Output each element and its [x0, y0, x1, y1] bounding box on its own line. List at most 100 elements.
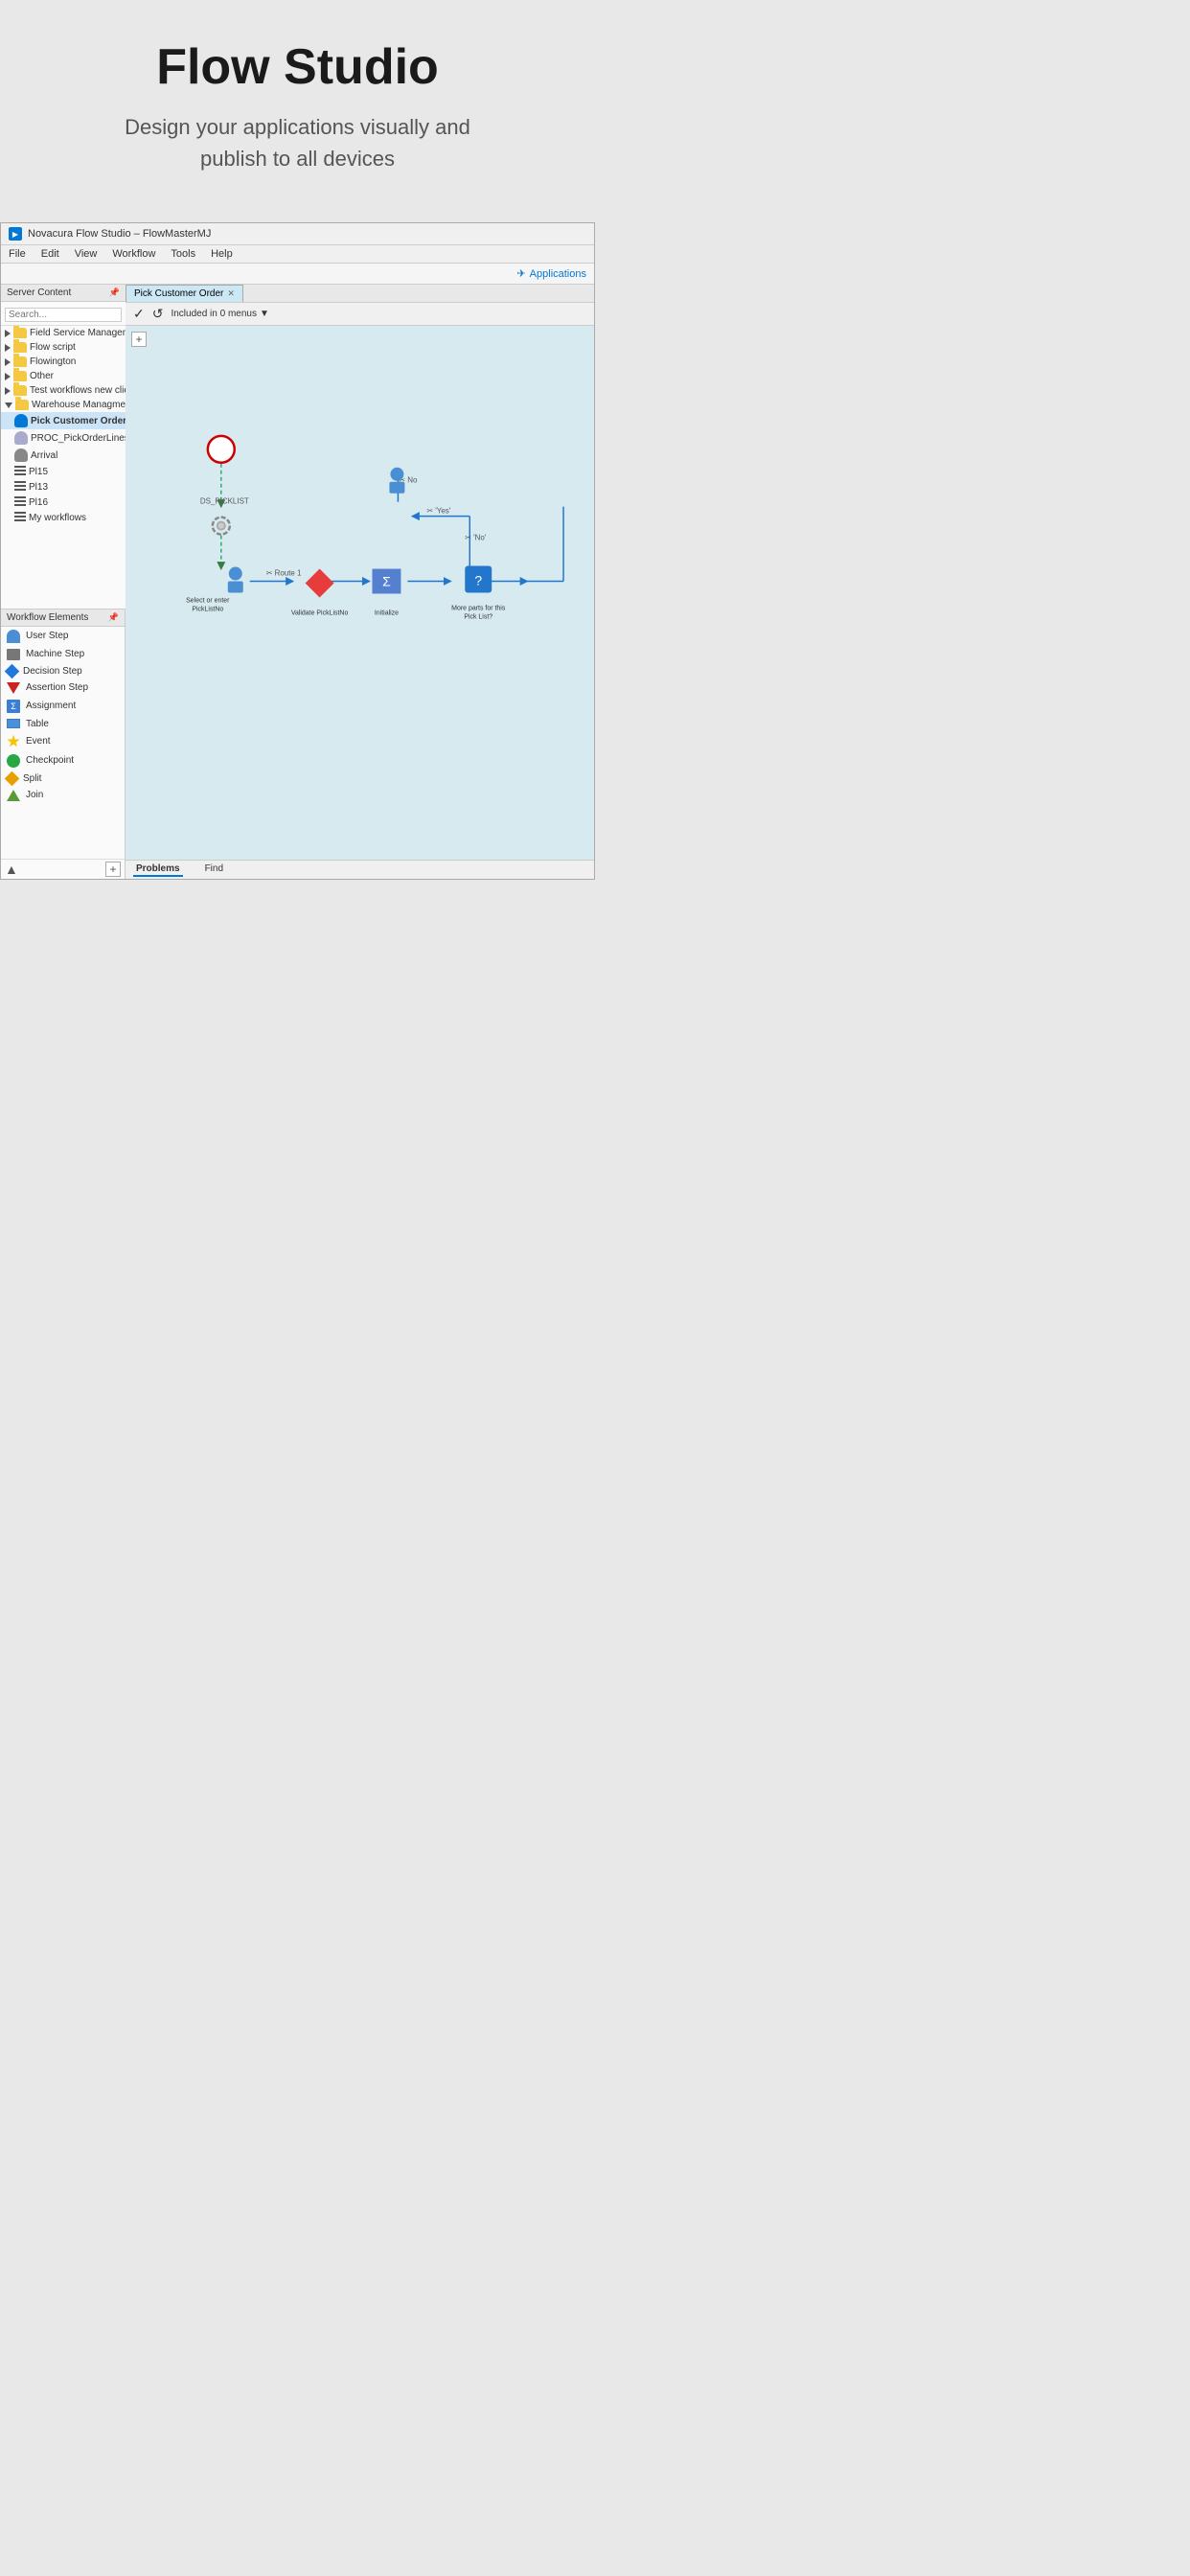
svg-text:✂ 'Yes': ✂ 'Yes' [426, 507, 450, 516]
element-checkpoint[interactable]: Checkpoint [1, 751, 125, 770]
workflow-canvas: + [126, 326, 594, 860]
element-assertion-step[interactable]: Assertion Step [1, 679, 125, 697]
tree-item-pl13[interactable]: Pl13 [1, 479, 126, 494]
svg-text:Initialize: Initialize [375, 610, 399, 616]
svg-text:Pick List?: Pick List? [464, 613, 492, 620]
title-bar-text: Novacura Flow Studio – FlowMasterMJ [28, 228, 211, 240]
element-event[interactable]: Event [1, 732, 125, 751]
lines-file-icon [14, 466, 26, 477]
add-element-button[interactable]: + [105, 862, 121, 877]
expand-icon [5, 330, 11, 337]
tree-item-pl15[interactable]: Pl15 [1, 464, 126, 479]
app-toolbar: ✈ Applications [1, 264, 594, 285]
tree-item-pl16[interactable]: Pl16 [1, 494, 126, 510]
menu-tools[interactable]: Tools [171, 248, 195, 260]
table-icon [7, 719, 20, 728]
tab-bar: Pick Customer Order ✕ [126, 285, 594, 303]
hero-subtitle: Design your applications visually and pu… [116, 111, 480, 174]
svg-text:More parts for this: More parts for this [451, 605, 506, 611]
tree-item-flowscript[interactable]: Flow script [1, 340, 126, 355]
svg-text:?: ? [474, 573, 482, 588]
expand-icon [5, 387, 11, 395]
menu-help[interactable]: Help [211, 248, 233, 260]
assertion-step-icon [7, 682, 20, 694]
person-file-icon2 [14, 431, 28, 445]
element-assignment[interactable]: Σ Assignment [1, 697, 125, 716]
lines-file-icon3 [14, 496, 26, 508]
menu-edit[interactable]: Edit [41, 248, 59, 260]
main-content: Server Content 📌 Field Service Managemen… [1, 285, 594, 879]
element-join[interactable]: Join [1, 787, 125, 804]
tab-pick-customer-order[interactable]: Pick Customer Order ✕ [126, 285, 243, 302]
folder-icon [15, 400, 29, 410]
tree-item-fsm[interactable]: Field Service Management (FSM) [1, 326, 126, 340]
menu-file[interactable]: File [9, 248, 26, 260]
folder-icon [13, 371, 27, 381]
canvas-add-button[interactable]: + [131, 332, 147, 347]
svg-text:Select or enter: Select or enter [186, 597, 230, 604]
svg-text:✂ Route 1: ✂ Route 1 [266, 569, 302, 578]
tree-item-arrival[interactable]: Arrival [1, 447, 126, 464]
status-tab-find[interactable]: Find [202, 862, 226, 877]
element-split[interactable]: Split [1, 770, 125, 787]
applications-button[interactable]: ✈ Applications [516, 267, 586, 280]
element-decision-step[interactable]: Decision Step [1, 663, 125, 679]
workflow-area: Pick Customer Order ✕ ✓ ↺ Included in 0 … [126, 285, 594, 879]
svg-text:Σ: Σ [382, 574, 391, 589]
rocket-icon: ✈ [516, 267, 525, 280]
hero-title: Flow Studio [29, 38, 566, 96]
app-icon: ▶ [9, 227, 22, 241]
sidebar-search-area [1, 302, 126, 326]
tree-item-other[interactable]: Other [1, 369, 126, 383]
tree-item-testwf[interactable]: Test workflows new clients [1, 383, 126, 398]
menu-bar: File Edit View Workflow Tools Help [1, 245, 594, 264]
scroll-up-icon[interactable]: ▲ [5, 862, 18, 877]
flow-diagram-svg: ✂ 'Yes' ✂ 'No' ✂ No DS_PICKLIST ✂ Route … [126, 326, 594, 860]
element-table[interactable]: Table [1, 716, 125, 732]
checkpoint-icon [7, 754, 20, 768]
lines-file-icon2 [14, 481, 26, 493]
user-step-icon [7, 630, 20, 643]
collapse-icon [5, 402, 12, 408]
decision-step-icon [5, 663, 20, 678]
element-machine-step[interactable]: Machine Step [1, 646, 125, 663]
svg-text:Validate PickListNo: Validate PickListNo [291, 610, 349, 616]
status-tab-problems[interactable]: Problems [133, 862, 183, 877]
sidebar-search-input[interactable] [5, 308, 122, 322]
tree-item-proc[interactable]: PROC_PickOrderLines [1, 429, 126, 447]
sidebar-tree: Field Service Management (FSM) Flow scri… [1, 326, 126, 609]
folder-icon [13, 328, 27, 338]
person-file-icon3 [14, 448, 28, 462]
elements-list: User Step Machine Step Decision Step [1, 627, 125, 859]
folder-icon [13, 385, 27, 396]
join-icon [7, 790, 20, 801]
split-icon [5, 770, 20, 786]
expand-icon [5, 373, 11, 380]
tree-item-pickcustomer[interactable]: Pick Customer Order [1, 412, 126, 429]
validate-button[interactable]: ✓ [133, 306, 145, 322]
title-bar: ▶ Novacura Flow Studio – FlowMasterMJ [1, 223, 594, 245]
sidebar-header: Server Content 📌 [1, 285, 126, 302]
lines-file-icon4 [14, 512, 26, 523]
undo-button[interactable]: ↺ [152, 306, 164, 322]
elements-bottom-bar: ▲ + [1, 859, 125, 879]
svg-text:✂ 'No': ✂ 'No' [465, 534, 487, 542]
elements-panel-header: Workflow Elements 📌 [1, 610, 125, 627]
tree-item-flowington[interactable]: Flowington [1, 355, 126, 369]
folder-icon [13, 356, 27, 367]
pin-icon2: 📌 [108, 612, 119, 623]
menu-view[interactable]: View [75, 248, 98, 260]
hero-section: Flow Studio Design your applications vis… [0, 0, 595, 203]
element-user-step[interactable]: User Step [1, 627, 125, 646]
menu-workflow[interactable]: Workflow [112, 248, 155, 260]
tree-item-myworkflows[interactable]: My workflows [1, 510, 126, 525]
assignment-icon: Σ [7, 700, 20, 713]
folder-icon [13, 342, 27, 353]
expand-icon [5, 358, 11, 366]
tree-item-warehouse[interactable]: Warehouse Managment [1, 398, 126, 412]
tab-close-button[interactable]: ✕ [227, 288, 235, 299]
expand-icon [5, 344, 11, 352]
workflow-toolbar: ✓ ↺ Included in 0 menus ▼ [126, 303, 594, 326]
machine-step-icon [7, 649, 20, 660]
svg-text:PickListNo: PickListNo [192, 606, 223, 612]
